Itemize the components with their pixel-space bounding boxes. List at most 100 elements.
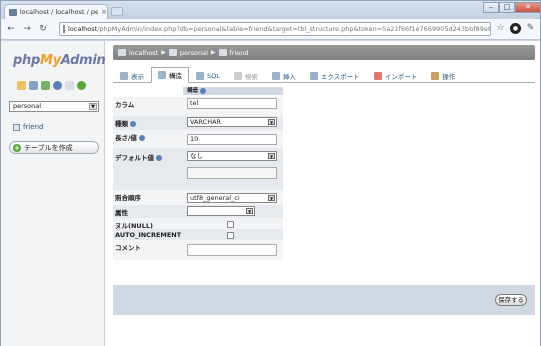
default-select[interactable]: なし ▼	[187, 151, 277, 161]
row-length: 長さ/値 10	[113, 130, 283, 148]
address-bar[interactable]: localhost/phpMyAdmin/index.php?db=person…	[59, 22, 491, 36]
navigation-panel: phpMyAdmin personal ▼ friend + テーブルを作成	[1, 41, 106, 346]
logout-icon[interactable]	[41, 81, 50, 90]
wrench-icon[interactable]: ✎	[525, 23, 536, 34]
tab-export[interactable]: エクスポート	[303, 67, 367, 83]
browser-window: localhost / localhost / pers × – □ ✕ ← →…	[0, 0, 541, 346]
close-window-button[interactable]: ✕	[515, 2, 541, 13]
tab-import[interactable]: インポート	[367, 67, 425, 83]
type-label: 種類	[115, 120, 128, 128]
chevron-down-icon: ▼	[268, 153, 275, 159]
sql-query-icon[interactable]	[29, 81, 38, 90]
browse-icon	[120, 71, 128, 80]
browser-tab-title: localhost / localhost / pers	[19, 8, 99, 16]
breadcrumb-separator: ▶	[161, 49, 166, 56]
null-checkbox[interactable]	[227, 221, 234, 228]
window-controls: – □ ✕	[483, 2, 541, 14]
row-attributes: 属性 ▼	[113, 205, 283, 218]
import-icon	[373, 71, 382, 80]
help-icon[interactable]	[53, 81, 62, 90]
maximize-button[interactable]: □	[499, 2, 515, 13]
tab-insert[interactable]: 挿入	[265, 67, 303, 83]
reload-nav-icon[interactable]	[77, 81, 86, 90]
tab-label: エクスポート	[320, 72, 360, 81]
comment-label: コメント	[115, 244, 141, 252]
tab-sql[interactable]: SQL	[189, 67, 227, 83]
logo-admin: Admin	[60, 53, 106, 68]
row-default: デフォルト値 なし ▼	[113, 148, 283, 190]
help-icon[interactable]	[156, 155, 163, 161]
forward-arrow-icon[interactable]: →	[21, 23, 33, 35]
length-input[interactable]: 10	[187, 134, 277, 145]
logo-my: My	[39, 53, 61, 68]
attributes-label: 属性	[115, 209, 128, 217]
type-select-value: VARCHAR	[190, 118, 222, 126]
export-icon	[309, 71, 318, 80]
structure-header[interactable]: 構造	[183, 87, 283, 95]
insert-icon	[271, 71, 280, 80]
collation-label: 照合順序	[115, 194, 141, 202]
breadcrumb-database[interactable]: personal	[180, 49, 208, 57]
main-panel: localhost ▶ personal ▶ friend 表示 構造 SQL …	[106, 41, 540, 346]
column-name-label: カラム	[115, 101, 135, 109]
toolbar-right: ☆ ● ✎	[495, 23, 536, 34]
breadcrumb-server[interactable]: localhost	[129, 49, 158, 57]
star-icon[interactable]: ☆	[495, 23, 506, 34]
sql-icon	[196, 71, 204, 80]
server-icon	[118, 49, 126, 56]
help-icon[interactable]	[139, 135, 146, 141]
tab-operations[interactable]: 操作	[424, 67, 462, 83]
tab-close-icon[interactable]: ×	[101, 8, 107, 16]
tab-label: 構造	[169, 72, 182, 80]
default-label: デフォルト値	[115, 154, 154, 162]
null-label: ヌル(NULL)	[115, 222, 153, 230]
minimize-button[interactable]: –	[483, 2, 499, 13]
type-label-cell: 種類	[113, 116, 183, 130]
row-type: 種類 VARCHAR ▼	[113, 116, 283, 130]
page-icon	[63, 25, 65, 33]
row-comment: コメント	[113, 240, 283, 260]
row-collation: 照合順序 utf8_general_ci ▼	[113, 190, 283, 205]
phpmyadmin-logo[interactable]: phpMyAdmin	[13, 53, 106, 68]
browser-tab[interactable]: localhost / localhost / pers ×	[4, 4, 108, 19]
default-value-input[interactable]	[187, 167, 277, 179]
collation-select-value: utf8_general_ci	[190, 194, 240, 202]
logo-php: php	[13, 53, 40, 68]
breadcrumb-separator: ▶	[210, 49, 216, 56]
auto-increment-checkbox[interactable]	[227, 232, 234, 239]
database-select[interactable]: personal ▼	[9, 101, 99, 112]
type-select[interactable]: VARCHAR ▼	[187, 117, 277, 127]
chevron-down-icon: ▼	[246, 208, 253, 214]
tab-label: 挿入	[282, 72, 296, 81]
attributes-select[interactable]: ▼	[187, 206, 255, 216]
collation-select[interactable]: utf8_general_ci ▼	[187, 193, 277, 203]
table-link-friend[interactable]: friend	[13, 123, 43, 131]
extension-icon[interactable]: ●	[510, 23, 521, 34]
row-auto-increment: AUTO_INCREMENT	[113, 229, 283, 240]
breadcrumb-table[interactable]: friend	[230, 49, 249, 57]
comment-input[interactable]	[187, 244, 277, 256]
tab-label: 表示	[131, 72, 144, 81]
default-label-cell: デフォルト値	[113, 148, 183, 190]
column-name-input[interactable]: tel	[187, 98, 277, 109]
home-icon[interactable]	[17, 81, 26, 90]
back-arrow-icon[interactable]: ←	[5, 23, 17, 35]
table-icon	[13, 123, 20, 131]
length-label: 長さ/値	[115, 134, 137, 142]
database-icon	[168, 49, 177, 56]
tab-structure[interactable]: 構造	[151, 67, 189, 83]
url-host: localhost	[68, 25, 98, 33]
tab-label: 操作	[442, 72, 456, 81]
row-column-name: カラム tel	[113, 97, 283, 116]
reload-icon[interactable]: ↻	[37, 23, 49, 35]
plus-icon: +	[13, 143, 21, 152]
create-table-button[interactable]: + テーブルを作成	[9, 141, 99, 154]
help-icon[interactable]	[130, 121, 137, 127]
save-button[interactable]: 保存する	[495, 294, 527, 306]
tab-search[interactable]: 検索	[227, 67, 265, 83]
tab-browse[interactable]: 表示	[113, 67, 151, 83]
new-tab-button[interactable]	[111, 7, 123, 16]
docs-icon[interactable]	[65, 81, 74, 90]
default-select-value: なし	[190, 152, 203, 160]
menu-tabs: 表示 構造 SQL 検索 挿入 エクスポート インポート 操作	[113, 67, 535, 83]
